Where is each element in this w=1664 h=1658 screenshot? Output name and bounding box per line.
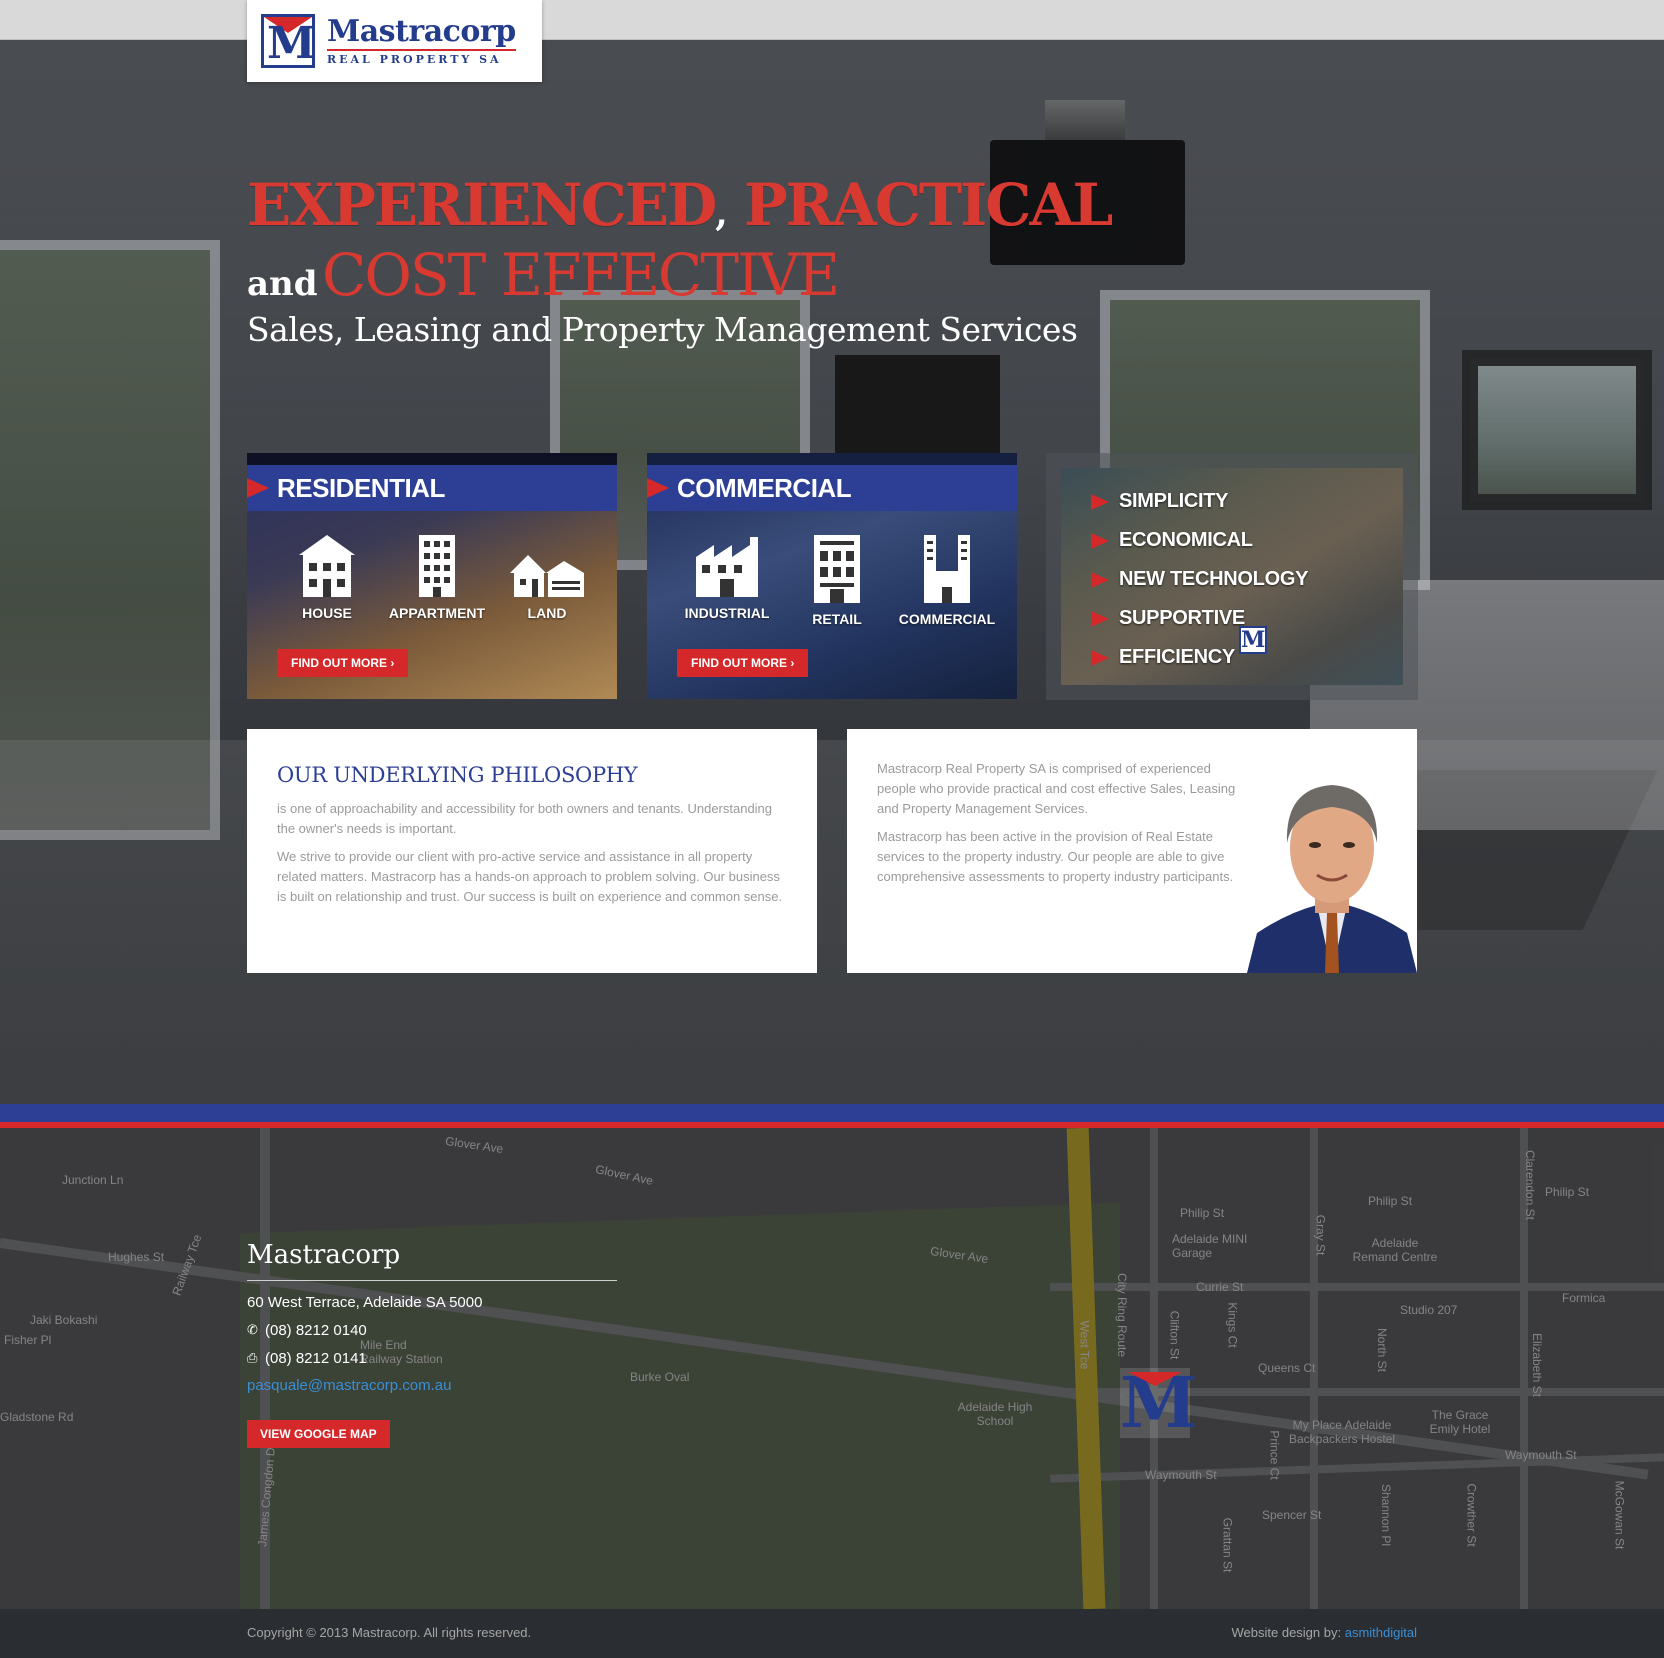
wall-painting — [1462, 350, 1652, 510]
logo-brand-name: Mastracorp — [327, 13, 516, 49]
land-icon — [510, 555, 584, 597]
value-item: ECONOMICAL — [1091, 521, 1403, 560]
site-logo[interactable]: M Mastracorp REAL PROPERTY SA — [247, 0, 542, 82]
house-label: HOUSE — [302, 605, 352, 621]
contact-name: Mastracorp — [247, 1240, 617, 1281]
retail-label: RETAIL — [812, 611, 862, 627]
arrow-icon — [1091, 649, 1109, 666]
contact-block: Mastracorp 60 West Terrace, Adelaide SA … — [247, 1240, 617, 1448]
location-pin-icon[interactable]: M — [1120, 1368, 1198, 1438]
television — [835, 355, 1000, 455]
commercial-title: COMMERCIAL — [677, 472, 852, 503]
retail-icon — [814, 535, 860, 603]
mastracorp-badge-icon: M — [1239, 626, 1267, 654]
commercial-label: COMMERCIAL — [898, 611, 996, 627]
fax-icon: ⎙ — [247, 1350, 258, 1365]
commercial-panel: COMMERCIAL INDUSTRIAL RETAIL COMMERCIAL … — [647, 453, 1017, 699]
chevron-right-icon: › — [790, 656, 795, 670]
factory-icon — [696, 537, 758, 597]
divider-stripe-blue — [0, 1104, 1664, 1122]
commercial-find-out-more-button[interactable]: FIND OUT MORE › — [677, 649, 809, 677]
value-item: NEW TECHNOLOGY — [1091, 560, 1403, 599]
contact-phone: ✆ (08) 8212 0140 — [247, 1321, 367, 1339]
design-credit: Website design by: asmithdigital — [1231, 1625, 1418, 1640]
hero-headline-line1: EXPERIENCED, PRACTICAL — [247, 171, 1113, 239]
view-google-map-button[interactable]: VIEW GOOGLE MAP — [247, 1420, 390, 1448]
residential-find-out-more-button[interactable]: FIND OUT MORE › — [277, 649, 409, 677]
portrait-photo — [1247, 785, 1417, 973]
apartment-icon — [419, 535, 455, 597]
land-label: LAND — [527, 605, 567, 621]
contact-email-link[interactable]: pasquale@mastracorp.com.au — [247, 1377, 617, 1394]
arrow-icon — [1091, 571, 1109, 588]
contact-fax: ⎙ (08) 8212 0141 — [247, 1349, 367, 1367]
about-card: Mastracorp Real Property SA is comprised… — [847, 729, 1417, 973]
value-item: SIMPLICITY — [1091, 482, 1403, 521]
about-paragraph-2: Mastracorp has been active in the provis… — [877, 829, 1234, 884]
arrow-icon — [647, 478, 669, 498]
house-icon — [299, 535, 355, 597]
contact-address: 60 West Terrace, Adelaide SA 5000 — [247, 1293, 483, 1311]
arrow-icon — [1091, 532, 1109, 549]
copyright-text: Copyright © 2013 Mastracorp. All rights … — [247, 1625, 532, 1640]
arrow-icon — [1091, 493, 1109, 510]
office-tower-icon — [924, 535, 970, 603]
logo-tagline: REAL PROPERTY SA — [327, 52, 502, 66]
land-link[interactable]: LAND — [497, 533, 597, 621]
about-paragraph-1: Mastracorp Real Property SA is comprised… — [877, 761, 1236, 816]
logo-mark: M — [261, 14, 316, 68]
residential-title: RESIDENTIAL — [277, 472, 445, 503]
apartment-label: APPARTMENT — [388, 605, 486, 621]
apartment-link[interactable]: APPARTMENT — [387, 533, 487, 621]
arrow-icon — [247, 478, 269, 498]
philosophy-paragraph-2: We strive to provide our client with pro… — [277, 849, 783, 904]
philosophy-paragraph-1: is one of approachability and accessibil… — [277, 801, 773, 836]
retail-link[interactable]: RETAIL — [787, 533, 887, 627]
footer: Copyright © 2013 Mastracorp. All rights … — [0, 1609, 1664, 1658]
arrow-icon — [1091, 610, 1109, 627]
residential-panel: RESIDENTIAL HOUSE APPARTMENT LAND FIND O… — [247, 453, 617, 699]
values-panel: SIMPLICITY ECONOMICAL NEW TECHNOLOGY SUP… — [1046, 453, 1418, 700]
philosophy-title: OUR UNDERLYING PHILOSOPHY — [277, 763, 638, 787]
industrial-link[interactable]: INDUSTRIAL — [677, 533, 777, 627]
industrial-label: INDUSTRIAL — [684, 605, 770, 621]
chevron-right-icon: › — [390, 656, 395, 670]
hero-subheadline: Sales, Leasing and Property Management S… — [247, 310, 1078, 349]
house-link[interactable]: HOUSE — [277, 533, 377, 621]
philosophy-card: OUR UNDERLYING PHILOSOPHY is one of appr… — [247, 729, 817, 973]
phone-icon: ✆ — [247, 1322, 258, 1337]
commercial-link[interactable]: COMMERCIAL — [897, 533, 997, 627]
designer-link[interactable]: asmithdigital — [1345, 1625, 1417, 1640]
